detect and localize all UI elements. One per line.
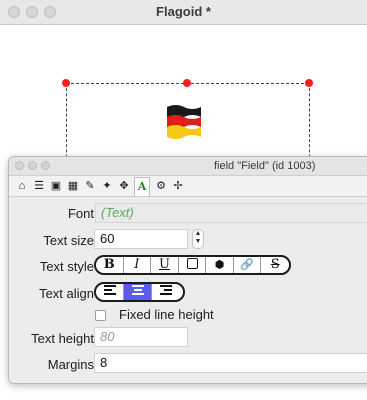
underline-button[interactable]: U xyxy=(151,257,179,273)
text-style-label: Text style xyxy=(39,259,94,274)
text-size-field[interactable]: 60 xyxy=(94,229,188,249)
text-align-label: Text align xyxy=(39,286,94,301)
text-style-segmented-control: B I U ⬢ 🔗 S xyxy=(94,255,291,275)
strikeout-button[interactable]: S xyxy=(261,257,289,273)
gears-icon[interactable]: ⚙ xyxy=(154,179,168,193)
align-center-button[interactable] xyxy=(124,284,152,300)
bold-button[interactable]: B xyxy=(96,257,124,273)
palette-zoom-button[interactable] xyxy=(41,161,50,170)
text-align-segmented-control xyxy=(94,282,185,302)
text-size-label: Text size xyxy=(43,233,94,248)
link-icon: 🔗 xyxy=(240,258,255,271)
geometry-icon[interactable]: ✢ xyxy=(171,179,185,193)
margins-label: Margins xyxy=(47,357,94,372)
align-center-icon xyxy=(131,285,144,295)
text-properties-form: Font (Text) Text size 60 ▲ ▼ Text style B… xyxy=(9,197,367,383)
text-size-stepper[interactable]: ▲ ▼ xyxy=(192,229,204,249)
align-left-button[interactable] xyxy=(96,284,124,300)
link-style-button[interactable]: 🔗 xyxy=(234,257,262,273)
home-icon[interactable]: ⌂ xyxy=(15,179,29,193)
palette-titlebar[interactable]: field "Field" (id 1003) xyxy=(9,157,367,176)
align-left-icon xyxy=(103,285,116,295)
align-right-button[interactable] xyxy=(152,284,180,300)
list-icon[interactable]: ☰ xyxy=(32,179,46,193)
threed-box-style-button[interactable]: ⬢ xyxy=(206,257,234,273)
cube-icon: ⬢ xyxy=(214,258,225,271)
palette-title: field "Field" (id 1003) xyxy=(214,160,316,172)
resize-handle-top-left[interactable] xyxy=(62,79,70,87)
magic-wand-icon[interactable]: ✦ xyxy=(100,179,114,193)
palette-minimize-button[interactable] xyxy=(28,161,37,170)
font-label: Font xyxy=(67,206,94,221)
text-height-field[interactable]: 80 xyxy=(94,327,188,347)
align-right-icon xyxy=(160,285,172,295)
italic-button[interactable]: I xyxy=(124,257,152,273)
resize-handle-top-right[interactable] xyxy=(305,79,313,87)
inspector-toolbar: ⌂ ☰ ▣ ▦ ✎ ✦ ✥ A ⚙ ✢ xyxy=(9,176,367,197)
main-titlebar: Flagoid * xyxy=(0,0,367,25)
margins-field[interactable]: 8 xyxy=(94,353,367,373)
palette-close-button[interactable] xyxy=(15,161,24,170)
fixed-line-height-label[interactable]: Fixed line height xyxy=(119,307,214,322)
fixed-line-height-checkbox[interactable] xyxy=(95,310,106,321)
text-icon[interactable]: A xyxy=(134,177,150,196)
window-title: Flagoid * xyxy=(156,4,211,19)
table-icon[interactable]: ▦ xyxy=(66,179,80,193)
pencil-icon[interactable]: ✎ xyxy=(83,179,97,193)
font-field[interactable]: (Text) xyxy=(95,203,367,223)
resize-handle-top-center[interactable] xyxy=(183,79,191,87)
text-height-label: Text height xyxy=(31,331,94,346)
box-icon xyxy=(186,258,198,269)
inspector-palette: field "Field" (id 1003) ⌂ ☰ ▣ ▦ ✎ ✦ ✥ A … xyxy=(8,156,367,384)
move-icon[interactable]: ✥ xyxy=(117,179,131,193)
box-style-button[interactable] xyxy=(179,257,207,273)
database-icon[interactable]: ▣ xyxy=(49,179,63,193)
german-flag-emoji[interactable] xyxy=(164,101,204,139)
